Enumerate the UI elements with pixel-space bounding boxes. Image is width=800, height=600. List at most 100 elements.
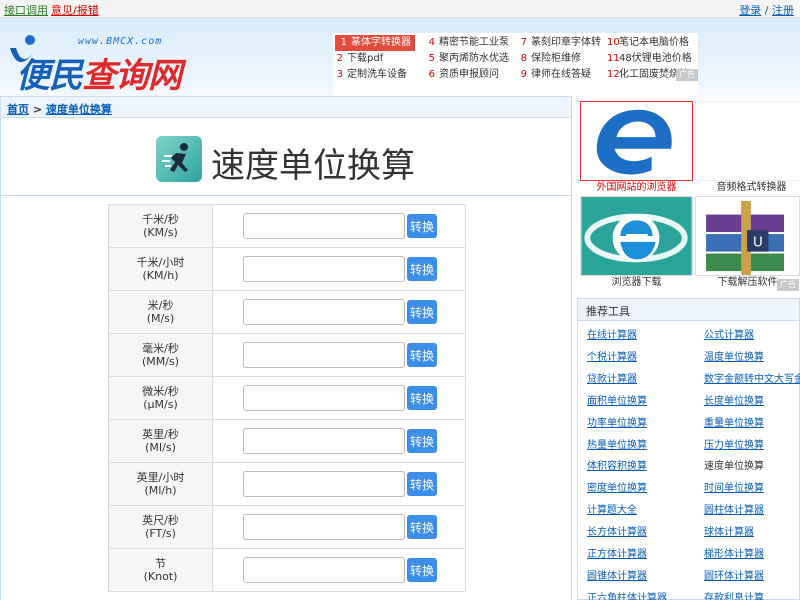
recommend-item[interactable]: 面积单位换算: [587, 391, 647, 413]
recommend-item[interactable]: 球体计算器: [704, 522, 754, 544]
hot-search-item[interactable]: 1 篆体字转换器: [335, 35, 415, 51]
recommend-item[interactable]: 正方体计算器: [587, 544, 647, 566]
recommend-item[interactable]: 数字金额转中文大写金额: [704, 369, 800, 391]
convert-button[interactable]: 转换: [407, 214, 437, 238]
recommend-link[interactable]: 时间单位换算: [704, 483, 764, 494]
hot-search-item[interactable]: 5 聚丙烯防水优选: [427, 51, 509, 67]
recommend-item[interactable]: 时间单位换算: [704, 478, 764, 500]
recommend-link[interactable]: 贷款计算器: [587, 374, 637, 385]
recommend-link[interactable]: 正方体计算器: [587, 549, 647, 560]
convert-button[interactable]: 转换: [407, 429, 437, 453]
unit-value-input[interactable]: [243, 385, 405, 411]
recommend-item[interactable]: 速度单位换算: [704, 456, 764, 478]
recommend-item[interactable]: 存款利息计算: [704, 588, 764, 600]
convert-button[interactable]: 转换: [407, 558, 437, 582]
recommend-link[interactable]: 存款利息计算: [704, 593, 764, 600]
unit-value-input[interactable]: [243, 557, 405, 583]
recommend-item[interactable]: 圆环体计算器: [704, 566, 764, 588]
ad-ie[interactable]: 浏览器下载: [580, 196, 693, 290]
ad-edge[interactable]: 外国网站的浏览器: [580, 101, 693, 195]
api-link[interactable]: 接口调用: [4, 4, 48, 17]
hot-search-item[interactable]: 2 下载pdf: [335, 51, 384, 67]
conversion-table: 千米/秒 (KM/s) 转换 千米/小时 (KM/h) 转换 米/秒 (M/s) 转换 毫米/秒(…: [108, 204, 466, 592]
unit-value-input[interactable]: [243, 299, 405, 325]
recommend-item[interactable]: 体积容积换算: [587, 456, 647, 478]
recommend-link[interactable]: 个税计算器: [587, 352, 637, 363]
recommend-item[interactable]: 热量单位换算: [587, 435, 647, 457]
hot-search-item[interactable]: 3 定制洗车设备: [335, 67, 407, 83]
site-header: www.BMCX.com 便民查询网 1 篆体字转换器 2 下载pdf 3 定制洗车设备 4…: [0, 18, 800, 97]
breadcrumb-current[interactable]: 速度单位换算: [46, 103, 112, 116]
convert-button[interactable]: 转换: [407, 386, 437, 410]
hot-search-item[interactable]: 8 保险柜维修: [519, 51, 581, 67]
convert-button[interactable]: 转换: [407, 300, 437, 324]
recommend-item[interactable]: 压力单位换算: [704, 435, 764, 457]
unit-value-input[interactable]: [243, 471, 405, 497]
unit-value-input[interactable]: [243, 342, 405, 368]
site-logo[interactable]: www.BMCX.com 便民查询网: [6, 26, 246, 96]
recommend-link[interactable]: 数字金额转中文大写金额: [704, 374, 800, 385]
recommend-item[interactable]: 个税计算器: [587, 347, 637, 369]
recommend-link[interactable]: 圆锥体计算器: [587, 571, 647, 582]
recommend-link[interactable]: 体积容积换算: [587, 461, 647, 472]
unit-name: 毫米/秒: [142, 342, 179, 355]
convert-button[interactable]: 转换: [407, 515, 437, 539]
recommend-link[interactable]: 公式计算器: [704, 330, 754, 341]
hot-search-item[interactable]: 4 精密节能工业泵: [427, 35, 509, 51]
recommend-item[interactable]: 在线计算器: [587, 325, 637, 347]
recommend-item[interactable]: 计算题大全: [587, 500, 637, 522]
recommend-item[interactable]: 功率单位换算: [587, 413, 647, 435]
recommend-item[interactable]: 温度单位换算: [704, 347, 764, 369]
recommend-item[interactable]: 圆柱体计算器: [704, 500, 764, 522]
recommend-item[interactable]: 密度单位换算: [587, 478, 647, 500]
recommend-link[interactable]: 球体计算器: [704, 527, 754, 538]
convert-button[interactable]: 转换: [407, 472, 437, 496]
hot-search-item[interactable]: 6 资质申报顾问: [427, 67, 499, 83]
unit-value-input[interactable]: [243, 256, 405, 282]
recommend-link[interactable]: 长方体计算器: [587, 527, 647, 538]
recommend-link[interactable]: 速度单位换算: [704, 461, 764, 472]
recommend-link[interactable]: 梯形体计算器: [704, 549, 764, 560]
recommend-link[interactable]: 正六角柱体计算器: [587, 593, 667, 600]
hot-item-label: 篆刻印章字体转: [531, 37, 601, 48]
recommend-link[interactable]: 在线计算器: [587, 330, 637, 341]
recommend-item[interactable]: 梯形体计算器: [704, 544, 764, 566]
recommend-link[interactable]: 功率单位换算: [587, 418, 647, 429]
recommend-link[interactable]: 压力单位换算: [704, 440, 764, 451]
recommend-link[interactable]: 温度单位换算: [704, 352, 764, 363]
convert-button[interactable]: 转换: [407, 343, 437, 367]
recommend-item[interactable]: 公式计算器: [704, 325, 754, 347]
unit-name: 节: [155, 557, 166, 570]
convert-button[interactable]: 转换: [407, 257, 437, 281]
recommend-item[interactable]: 正六角柱体计算器: [587, 588, 667, 600]
recommend-link[interactable]: 计算题大全: [587, 505, 637, 516]
recommend-item[interactable]: 贷款计算器: [587, 369, 637, 391]
hot-search-item[interactable]: 7 篆刻印章字体转: [519, 35, 601, 51]
hot-search-item[interactable]: 1148伏锂电池价格: [607, 51, 692, 67]
recommend-link[interactable]: 密度单位换算: [587, 483, 647, 494]
recommend-link[interactable]: 重量单位换算: [704, 418, 764, 429]
hot-search-item[interactable]: 10笔记本电脑价格: [607, 35, 689, 51]
recommend-link[interactable]: 热量单位换算: [587, 440, 647, 451]
conversion-row: 微米/秒 (µM/s) 转换: [108, 376, 466, 420]
recommend-item[interactable]: 长方体计算器: [587, 522, 647, 544]
register-link[interactable]: 注册: [772, 4, 794, 17]
ad-caption: 外国网站的浏览器: [596, 182, 677, 193]
ad-caption: 浏览器下载: [611, 277, 662, 288]
recommend-item[interactable]: 重量单位换算: [704, 413, 764, 435]
recommend-link[interactable]: 面积单位换算: [587, 396, 647, 407]
breadcrumb-home[interactable]: 首页: [7, 103, 29, 116]
feedback-link[interactable]: 意见/报错: [51, 4, 99, 17]
ad-winrar[interactable]: U 下载解压软件: [695, 196, 800, 290]
ad-audio[interactable]: 音频格式转换器: [695, 101, 800, 195]
recommend-item[interactable]: 长度单位换算: [704, 391, 764, 413]
recommend-item[interactable]: 圆锥体计算器: [587, 566, 647, 588]
unit-value-input[interactable]: [243, 514, 405, 540]
hot-search-item[interactable]: 9 律师在线答疑: [519, 67, 591, 83]
login-link[interactable]: 登录: [739, 4, 761, 17]
unit-value-input[interactable]: [243, 213, 405, 239]
recommend-link[interactable]: 长度单位换算: [704, 396, 764, 407]
recommend-link[interactable]: 圆环体计算器: [704, 571, 764, 582]
unit-value-input[interactable]: [243, 428, 405, 454]
recommend-link[interactable]: 圆柱体计算器: [704, 505, 764, 516]
